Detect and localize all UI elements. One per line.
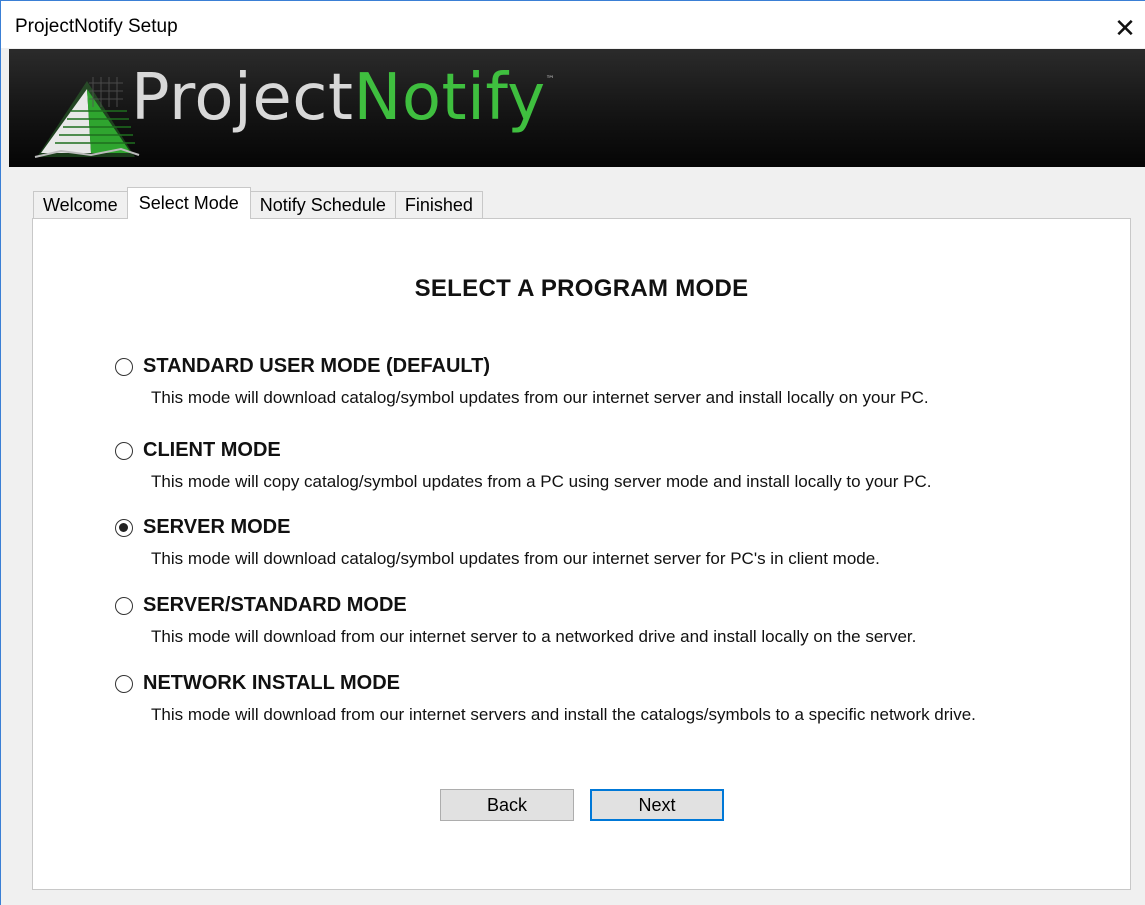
radio-option-row[interactable]: NETWORK INSTALL MODE (115, 672, 976, 695)
page-title: SELECT A PROGRAM MODE (414, 275, 749, 302)
option-label[interactable]: CLIENT MODE (143, 439, 281, 462)
radio-button[interactable] (115, 441, 133, 460)
logo-text-project: Project (131, 61, 354, 135)
radio-option-row[interactable]: SERVER MODE (115, 516, 880, 539)
radio-button[interactable] (115, 674, 133, 693)
option-server-mode: SERVER MODE This mode will download cata… (115, 516, 880, 569)
option-client-mode: CLIENT MODE This mode will copy catalog/… (115, 439, 931, 492)
option-description: This mode will download catalog/symbol u… (151, 388, 929, 407)
option-description: This mode will download catalog/symbol u… (151, 549, 880, 568)
option-description: This mode will download from our interne… (151, 705, 976, 724)
option-label[interactable]: SERVER/STANDARD MODE (143, 594, 407, 617)
close-icon[interactable]: ✕ (1105, 9, 1145, 47)
tab-select-mode[interactable]: Select Mode (126, 187, 251, 219)
back-button[interactable]: Back (440, 789, 574, 821)
radio-option-row[interactable]: STANDARD USER MODE (DEFAULT) (115, 355, 929, 378)
tab-notify-schedule[interactable]: Notify Schedule (249, 191, 396, 219)
tab-strip: Welcome Select Mode Notify Schedule Fini… (33, 187, 483, 219)
option-label[interactable]: SERVER MODE (143, 516, 290, 539)
logo-text-notify: Notify (353, 61, 546, 135)
option-standard-user-mode: STANDARD USER MODE (DEFAULT) This mode w… (115, 355, 929, 408)
title-bar[interactable]: ProjectNotify Setup ✕ (1, 1, 1145, 48)
brand-banner: ProjectNotify™ (9, 49, 1145, 167)
setup-window: ProjectNotify Setup ✕ ProjectNotify™ Wel… (0, 0, 1145, 905)
tab-welcome[interactable]: Welcome (33, 191, 128, 219)
next-button[interactable]: Next (590, 789, 724, 821)
tab-finished[interactable]: Finished (394, 191, 483, 219)
radio-button[interactable] (115, 357, 133, 376)
projectnotify-logo-icon (34, 77, 140, 158)
option-label[interactable]: NETWORK INSTALL MODE (143, 672, 400, 695)
radio-option-row[interactable]: CLIENT MODE (115, 439, 931, 462)
select-mode-panel: SELECT A PROGRAM MODE STANDARD USER MODE… (32, 218, 1131, 890)
window-title: ProjectNotify Setup (15, 16, 178, 37)
option-network-install-mode: NETWORK INSTALL MODE This mode will down… (115, 672, 976, 725)
radio-option-row[interactable]: SERVER/STANDARD MODE (115, 594, 916, 617)
option-description: This mode will download from our interne… (151, 627, 917, 646)
option-label[interactable]: STANDARD USER MODE (DEFAULT) (143, 355, 490, 378)
option-server-standard-mode: SERVER/STANDARD MODE This mode will down… (115, 594, 916, 647)
option-description: This mode will copy catalog/symbol updat… (151, 472, 932, 491)
trademark-symbol: ™ (545, 75, 556, 85)
brand-logo-text: ProjectNotify™ (131, 61, 555, 135)
radio-button[interactable] (115, 596, 133, 615)
radio-button-selected[interactable] (115, 518, 133, 537)
